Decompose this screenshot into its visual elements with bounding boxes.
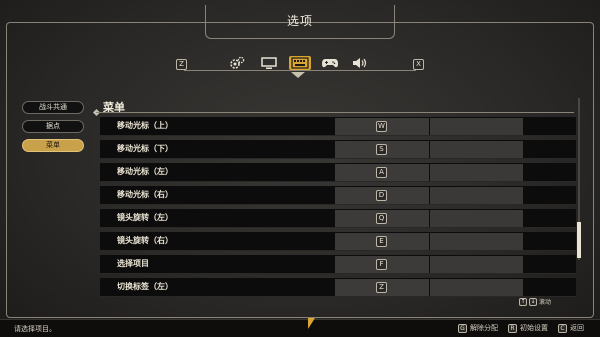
binding-label: 移动光标（左）	[117, 166, 173, 176]
key-cap: C	[558, 323, 567, 333]
keybinding-row[interactable]: 镜头旋转（右） E	[100, 232, 576, 251]
binding-label: 镜头旋转（右）	[117, 235, 173, 245]
scroll-hint-label: 滚动	[539, 299, 552, 306]
action-label: 初始设置	[520, 324, 548, 332]
key-cap: S	[376, 144, 387, 155]
secondary-key-slot[interactable]	[430, 279, 523, 296]
key-cap: Q	[376, 213, 387, 224]
primary-key-slot[interactable]: W	[335, 118, 429, 135]
tab-sound[interactable]	[349, 56, 371, 70]
scroll-up-key: ↑	[519, 297, 527, 306]
primary-key-slot[interactable]: Q	[335, 210, 429, 227]
binding-label: 切换标签（左）	[117, 281, 173, 291]
keybinding-row[interactable]: 移动光标（下） S	[100, 140, 576, 159]
secondary-key-slot[interactable]	[430, 118, 523, 135]
options-screen: 选项 Z X 战斗共通 据点 菜单 菜单 移动光标（上） W 移动光标（下） S…	[0, 0, 600, 337]
binding-label: 移动光标（上）	[117, 120, 173, 130]
scroll-down-key: ↓	[529, 297, 537, 306]
key-cap: E	[376, 236, 387, 247]
keybinding-row[interactable]: 移动光标（上） W	[100, 117, 576, 136]
primary-key-slot[interactable]: E	[335, 233, 429, 250]
section-divider	[96, 112, 574, 113]
secondary-key-slot[interactable]	[430, 164, 523, 181]
tab-gears[interactable]	[226, 56, 248, 70]
footer-actions: G 解除分配 R 初始设置 C 返回	[458, 323, 584, 333]
keybinding-list: 移动光标（上） W 移动光标（下） S 移动光标（左） A 移动光标（右） D …	[100, 117, 576, 301]
secondary-key-slot[interactable]	[430, 256, 523, 273]
gamepad-icon	[322, 59, 338, 68]
binding-label: 选择项目	[117, 258, 149, 268]
scroll-hint: ↑ ↓ 滚动	[519, 297, 551, 306]
keybinding-row[interactable]: 镜头旋转（左） Q	[100, 209, 576, 228]
key-cap: G	[458, 323, 467, 333]
window-title: 选项	[286, 14, 313, 28]
binding-label: 移动光标（右）	[117, 189, 173, 199]
prev-tab-key[interactable]: Z	[176, 59, 187, 70]
secondary-key-slot[interactable]	[430, 233, 523, 250]
monitor-icon	[261, 56, 277, 69]
scrollbar-thumb[interactable]	[577, 222, 581, 258]
help-text: 请选择项目。	[14, 325, 56, 333]
gears-icon	[230, 56, 245, 69]
key-cap: W	[376, 121, 387, 132]
footer-bar: 请选择项目。 G 解除分配 R 初始设置 C 返回	[0, 319, 600, 337]
key-cap: A	[376, 167, 387, 178]
primary-key-slot[interactable]: A	[335, 164, 429, 181]
sidebar-item-base[interactable]: 据点	[22, 120, 84, 133]
next-tab-key[interactable]: X	[413, 59, 424, 70]
sidebar: 战斗共通 据点 菜单	[22, 101, 84, 158]
key-cap: F	[376, 259, 387, 270]
keybinding-row[interactable]: 移动光标（右） D	[100, 186, 576, 205]
sidebar-item-battle-common[interactable]: 战斗共通	[22, 101, 84, 114]
primary-key-slot[interactable]: D	[335, 187, 429, 204]
reset-defaults-action[interactable]: R 初始设置	[508, 323, 548, 333]
secondary-key-slot[interactable]	[430, 187, 523, 204]
key-cap: D	[376, 190, 387, 201]
keyboard-icon	[291, 57, 309, 69]
primary-key-slot[interactable]: S	[335, 141, 429, 158]
action-label: 解除分配	[470, 324, 498, 332]
key-cap: Z	[376, 282, 387, 293]
primary-key-slot[interactable]: Z	[335, 279, 429, 296]
key-cap: R	[508, 323, 517, 333]
tab-gamepad[interactable]	[319, 56, 341, 70]
binding-label: 移动光标（下）	[117, 143, 173, 153]
tab-underline	[184, 70, 416, 71]
back-action[interactable]: C 返回	[558, 323, 584, 333]
secondary-key-slot[interactable]	[430, 210, 523, 227]
tab-display[interactable]	[258, 56, 280, 70]
secondary-key-slot[interactable]	[430, 141, 523, 158]
keybinding-row[interactable]: 选择项目 F	[100, 255, 576, 274]
keybinding-row[interactable]: 切换标签（左） Z	[100, 278, 576, 297]
unassign-action[interactable]: G 解除分配	[458, 323, 498, 333]
primary-key-slot[interactable]: F	[335, 256, 429, 273]
active-tab-caret	[291, 72, 305, 78]
action-label: 返回	[570, 324, 584, 332]
sidebar-item-menu[interactable]: 菜单	[22, 139, 84, 152]
keybinding-row[interactable]: 移动光标（左） A	[100, 163, 576, 182]
binding-label: 镜头旋转（左）	[117, 212, 173, 222]
speaker-icon	[353, 58, 367, 68]
tab-keyboard[interactable]	[289, 56, 311, 70]
mouse-cursor-icon	[308, 318, 315, 329]
